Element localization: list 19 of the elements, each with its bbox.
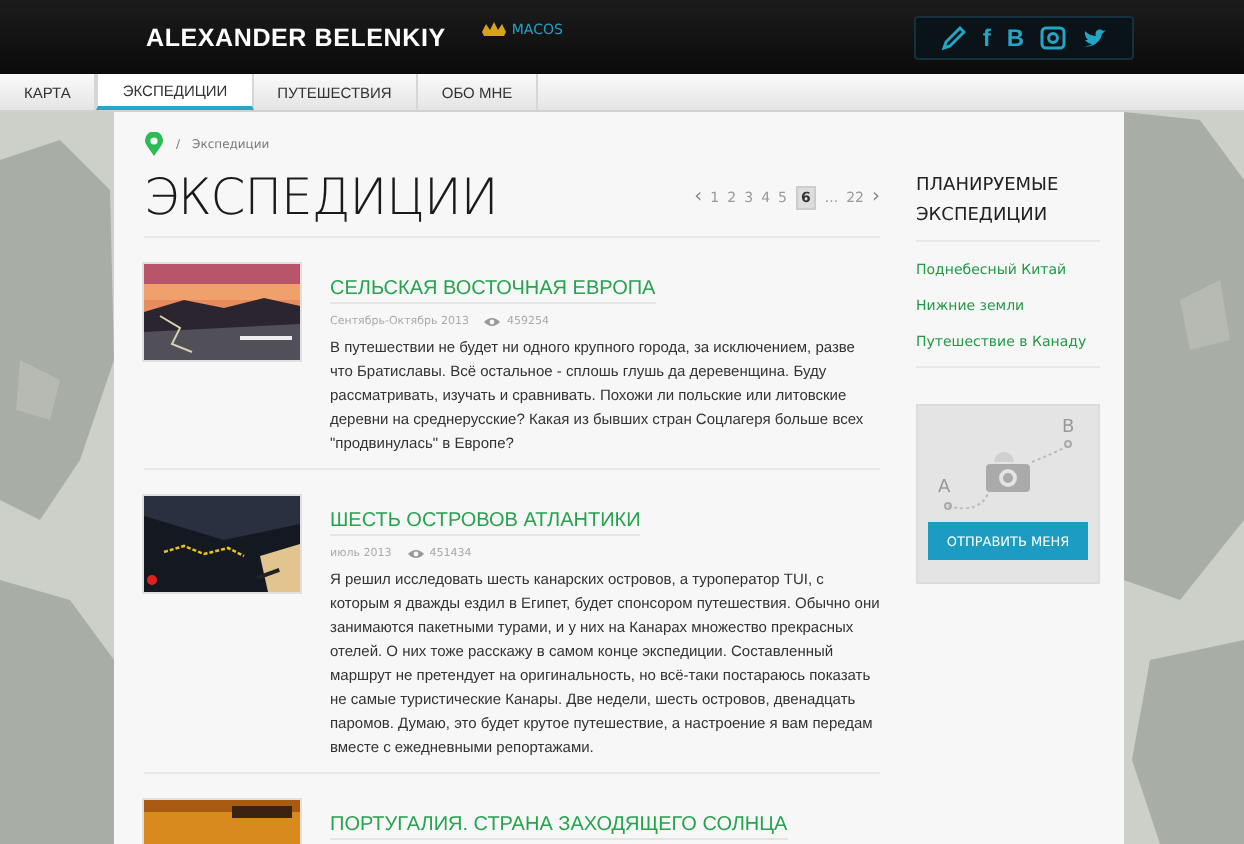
sidebar-heading: ПЛАНИРУЕМЫЕ ЭКСПЕДИЦИИ bbox=[916, 172, 1100, 242]
article-title[interactable]: ПОРТУГАЛИЯ. СТРАНА ЗАХОДЯЩЕГО СОЛНЦА bbox=[330, 814, 788, 840]
social-link[interactable]: f bbox=[982, 23, 991, 51]
next-page-link[interactable]: › bbox=[872, 186, 880, 208]
camera-icon[interactable] bbox=[1040, 24, 1066, 50]
article-title[interactable]: ШЕСТЬ ОСТРОВОВ АТЛАНТИКИ bbox=[330, 510, 641, 536]
crown-icon bbox=[481, 22, 506, 36]
pencil-icon[interactable] bbox=[940, 24, 967, 50]
eye-icon bbox=[407, 548, 424, 560]
route-end-label: B bbox=[1062, 418, 1075, 438]
site-logo[interactable]: ALEXANDER BELENKIY bbox=[146, 23, 446, 51]
article-title[interactable]: СЕЛЬСКАЯ ВОСТОЧНАЯ ЕВРОПА bbox=[330, 278, 656, 304]
prev-page-link[interactable]: ‹ bbox=[694, 186, 703, 208]
page-title: ЭКСПЕДИЦИИ bbox=[144, 168, 498, 226]
route-start-label: A bbox=[938, 478, 951, 498]
camera-icon bbox=[982, 450, 1034, 494]
bird-icon[interactable] bbox=[1082, 25, 1108, 49]
eye-icon bbox=[484, 316, 501, 328]
social-link[interactable]: B bbox=[1006, 23, 1024, 51]
